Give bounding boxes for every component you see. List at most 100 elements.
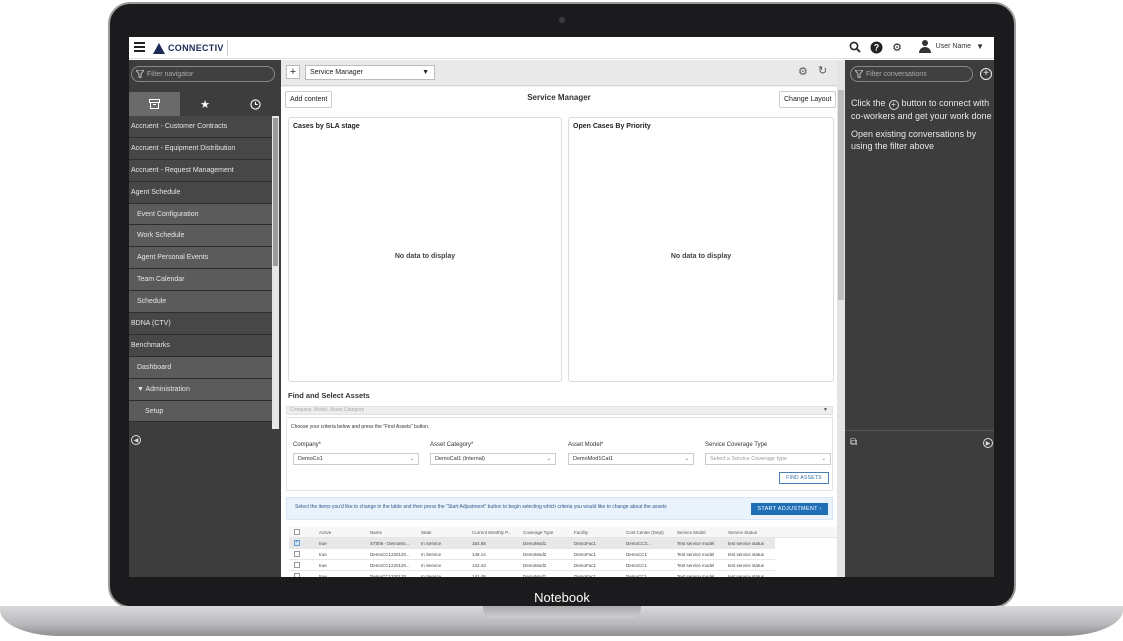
company-value: DemoCo1 — [298, 456, 323, 462]
service-coverage-select[interactable]: Select a Service Coverage type ⌄ — [705, 453, 831, 465]
filter-icon — [136, 70, 144, 78]
column-header[interactable]: Coverage Type — [523, 530, 571, 535]
conversations-panel: Filter conversations + Click the + button … — [845, 60, 994, 577]
sidebar-item[interactable]: BDNA (CTV) — [129, 313, 272, 335]
sidebar-item[interactable]: ▼ Administration — [129, 378, 272, 401]
sidebar-item[interactable]: Accruent - Customer Contracts — [129, 116, 272, 138]
adjustment-banner: Select the items you'd like to change in… — [286, 497, 833, 520]
table-row[interactable]: true DemoCC1220120... In Service 141.48 Demo… — [289, 571, 775, 577]
main-area: + Service Manager ▼ ⚙ ↻ Add content Serv… — [281, 60, 845, 577]
filter-navigator-input[interactable]: Filter navigator — [131, 66, 275, 82]
page-select-value: Service Manager — [310, 69, 363, 76]
table-cell: test service status — [728, 541, 765, 546]
row-checkbox[interactable] — [294, 562, 300, 568]
table-cell: test service status — [728, 563, 765, 568]
svg-text:?: ? — [873, 42, 879, 52]
filter-conversations-input[interactable]: Filter conversations — [850, 66, 973, 82]
gear-icon[interactable]: ⚙ — [890, 40, 904, 54]
sidebar-scrollbar[interactable] — [272, 116, 279, 429]
refresh-icon[interactable]: ↻ — [818, 64, 827, 77]
service-coverage-label: Service Coverage Type — [705, 442, 768, 448]
help-text-line2: Open existing conversations by using the… — [851, 128, 977, 152]
chevron-down-icon: ▼ — [976, 42, 984, 51]
page-select[interactable]: Service Manager ▼ — [305, 65, 435, 80]
sidebar-item[interactable]: Benchmarks — [129, 334, 272, 357]
table-cell: 122.43 — [472, 563, 486, 568]
asset-category-value: DemoCat1 (Internal) — [435, 456, 485, 462]
assets-table: Active Name State Current Monthly P... Cover… — [289, 527, 837, 577]
sidebar-item[interactable]: Accruent - Request Management — [129, 159, 272, 182]
table-cell: DemoCC1220120... — [370, 552, 410, 557]
table-cell: 141.48 — [472, 574, 486, 577]
table-cell: DemoCC1220120... — [370, 574, 410, 577]
sidebar-item[interactable]: Accruent - Equipment Distribution — [129, 137, 272, 160]
sidebar-item[interactable]: Event Configuration — [129, 203, 272, 226]
table-row[interactable]: true ST006 - DemoMo... In Service 154.68 Dem… — [289, 538, 775, 549]
table-cell: In Service — [421, 541, 442, 546]
sidebar-item[interactable]: Dashboard — [129, 356, 272, 379]
navigator-sidebar: Filter navigator ★ Accruent - Customer C… — [129, 60, 281, 577]
search-icon[interactable] — [848, 40, 862, 54]
column-header[interactable]: Name — [370, 530, 418, 535]
tab-favorites[interactable]: ★ — [180, 92, 231, 116]
archive-icon — [148, 99, 160, 109]
sidebar-item[interactable]: Work Schedule — [129, 225, 272, 248]
chevron-down-icon: ⌄ — [821, 456, 826, 462]
help-icon[interactable]: ? — [869, 40, 883, 54]
sidebar-item[interactable]: Team Calendar — [129, 269, 272, 292]
assets-criteria-accordion[interactable]: Company, Model, Asset Category ▼ — [286, 406, 833, 415]
column-header[interactable]: Active — [319, 530, 367, 535]
table-cell: DemoMod1 — [523, 574, 547, 577]
popout-icon[interactable]: ⧉ — [850, 437, 857, 448]
main-scrollbar[interactable] — [837, 60, 845, 577]
company-select[interactable]: DemoCo1 ⌄ — [293, 453, 419, 465]
table-cell: Test service model — [677, 574, 715, 577]
row-checkbox[interactable] — [294, 551, 300, 557]
logo-text: CONNECTIV — [168, 43, 224, 53]
app-logo[interactable]: CONNECTIV — [153, 41, 224, 55]
column-header[interactable]: Service Status — [728, 530, 776, 535]
logo-divider — [227, 40, 228, 56]
table-row[interactable]: true DemoCC1220120... In Service 122.43 Demo… — [289, 560, 775, 571]
tab-history[interactable] — [230, 92, 281, 116]
table-cell: DemoCC1 — [626, 563, 648, 568]
start-adjustment-button[interactable]: START ADJUSTMENT › — [751, 503, 828, 515]
panel-title: Open Cases By Priority — [573, 123, 651, 130]
panel-cases-by-sla: Cases by SLA stage No data to display — [288, 117, 562, 382]
criteria-form: Choose your criteria below and press the… — [286, 417, 833, 491]
chevron-down-icon: ▼ — [823, 407, 828, 413]
table-cell: true — [319, 552, 327, 557]
sidebar-item[interactable]: Setup — [129, 400, 272, 423]
menu-icon[interactable] — [134, 42, 145, 52]
collapse-sidebar-icon[interactable]: ◀ — [131, 435, 141, 445]
column-header[interactable]: Cost Center (Dept) — [626, 530, 674, 535]
sidebar-item[interactable]: Schedule — [129, 291, 272, 314]
conversations-help: Click the + button to connect with co-work… — [851, 97, 992, 158]
sidebar-item[interactable]: Agent Personal Events — [129, 247, 272, 270]
select-all-checkbox[interactable] — [294, 529, 300, 535]
page-settings-gear-icon[interactable]: ⚙ — [798, 65, 808, 78]
collapse-right-panel-icon[interactable]: ▶ — [983, 438, 993, 448]
table-cell: DemoMod2 — [523, 563, 547, 568]
row-checkbox[interactable] — [294, 573, 300, 577]
conversations-footer: ⧉ ▶ — [845, 430, 994, 450]
column-header[interactable]: Service Model — [677, 530, 725, 535]
asset-model-select[interactable]: DemoMod1Cat1 ⌄ — [568, 453, 694, 465]
sidebar-scroll-thumb[interactable] — [273, 118, 278, 266]
table-cell: DemoFac1 — [574, 552, 597, 557]
column-header[interactable]: Facility — [574, 530, 622, 535]
add-conversation-icon[interactable]: + — [980, 68, 992, 80]
asset-category-select[interactable]: DemoCat1 (Internal) ⌄ — [430, 453, 556, 465]
main-scroll-thumb[interactable] — [838, 90, 844, 300]
change-layout-button[interactable]: Change Layout — [779, 91, 837, 108]
column-header[interactable]: Current Monthly P... — [472, 530, 520, 535]
find-assets-button[interactable]: FIND ASSETS — [779, 472, 829, 484]
sidebar-item[interactable]: Agent Schedule — [129, 181, 272, 204]
user-menu[interactable]: User Name ▼ — [918, 40, 984, 53]
tab-all-apps[interactable] — [129, 92, 180, 116]
column-header[interactable]: State — [421, 530, 469, 535]
add-page-button[interactable]: + — [286, 65, 300, 79]
table-row[interactable]: true DemoCC1220120... In Service 148.14 Demo… — [289, 549, 775, 560]
table-cell: 154.68 — [472, 541, 486, 546]
row-checkbox[interactable] — [294, 539, 300, 546]
